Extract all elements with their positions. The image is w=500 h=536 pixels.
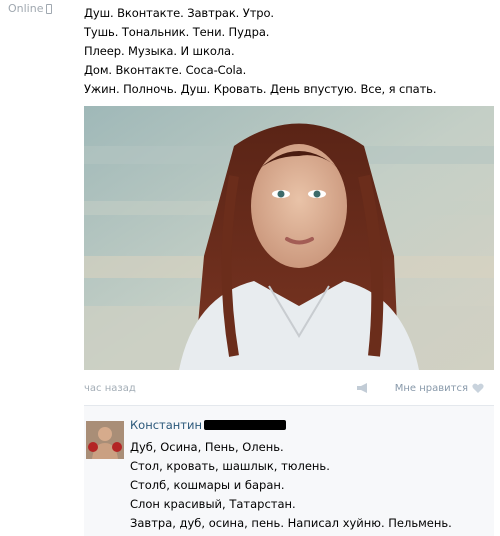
redaction-bar [204,420,286,430]
comment-line: Дуб, Осина, Пень, Олень. [130,440,284,454]
post-line: Плеер. Музыка. И школа. [84,44,235,58]
post-time[interactable]: час назад [84,383,136,394]
mobile-phone-icon [46,3,53,14]
comment-author[interactable]: Константин [130,418,286,432]
post-meta: час назад Мне нравится [84,382,484,398]
comment-author-name: Константин [130,418,202,432]
comment-text: Дуб, Осина, Пень, Олень. Стол, кровать, … [130,438,490,533]
online-status: Online [8,2,53,15]
comment-line: Завтра, дуб, осина, пень. Написал хуйню.… [130,516,452,530]
post-line: Душ. Вконтакте. Завтрак. Утро. [84,6,274,20]
comment: Константин Дуб, Осина, Пень, Олень. Стол… [84,405,494,536]
post-photo-image [84,106,494,370]
comment-line: Стол, кровать, шашлык, тюлень. [130,459,330,473]
heart-icon [472,383,484,393]
comment-line: Слон красивый, Татарстан. [130,497,296,511]
post-photo[interactable] [84,106,494,370]
online-label: Online [8,2,44,15]
avatar[interactable] [86,421,124,459]
comment-line: Столб, кошмары и баран. [130,478,285,492]
post-text: Душ. Вконтакте. Завтрак. Утро. Тушь. Тон… [84,4,484,99]
post-line: Дом. Вконтакте. Coca-Cola. [84,63,247,77]
post-line: Тушь. Тональник. Тени. Пудра. [84,25,270,39]
post-line: Ужин. Полночь. Душ. Кровать. День впусту… [84,82,437,96]
megaphone-icon[interactable] [356,382,370,397]
like-label: Мне нравится [394,383,468,394]
like-button[interactable]: Мне нравится [395,383,484,394]
